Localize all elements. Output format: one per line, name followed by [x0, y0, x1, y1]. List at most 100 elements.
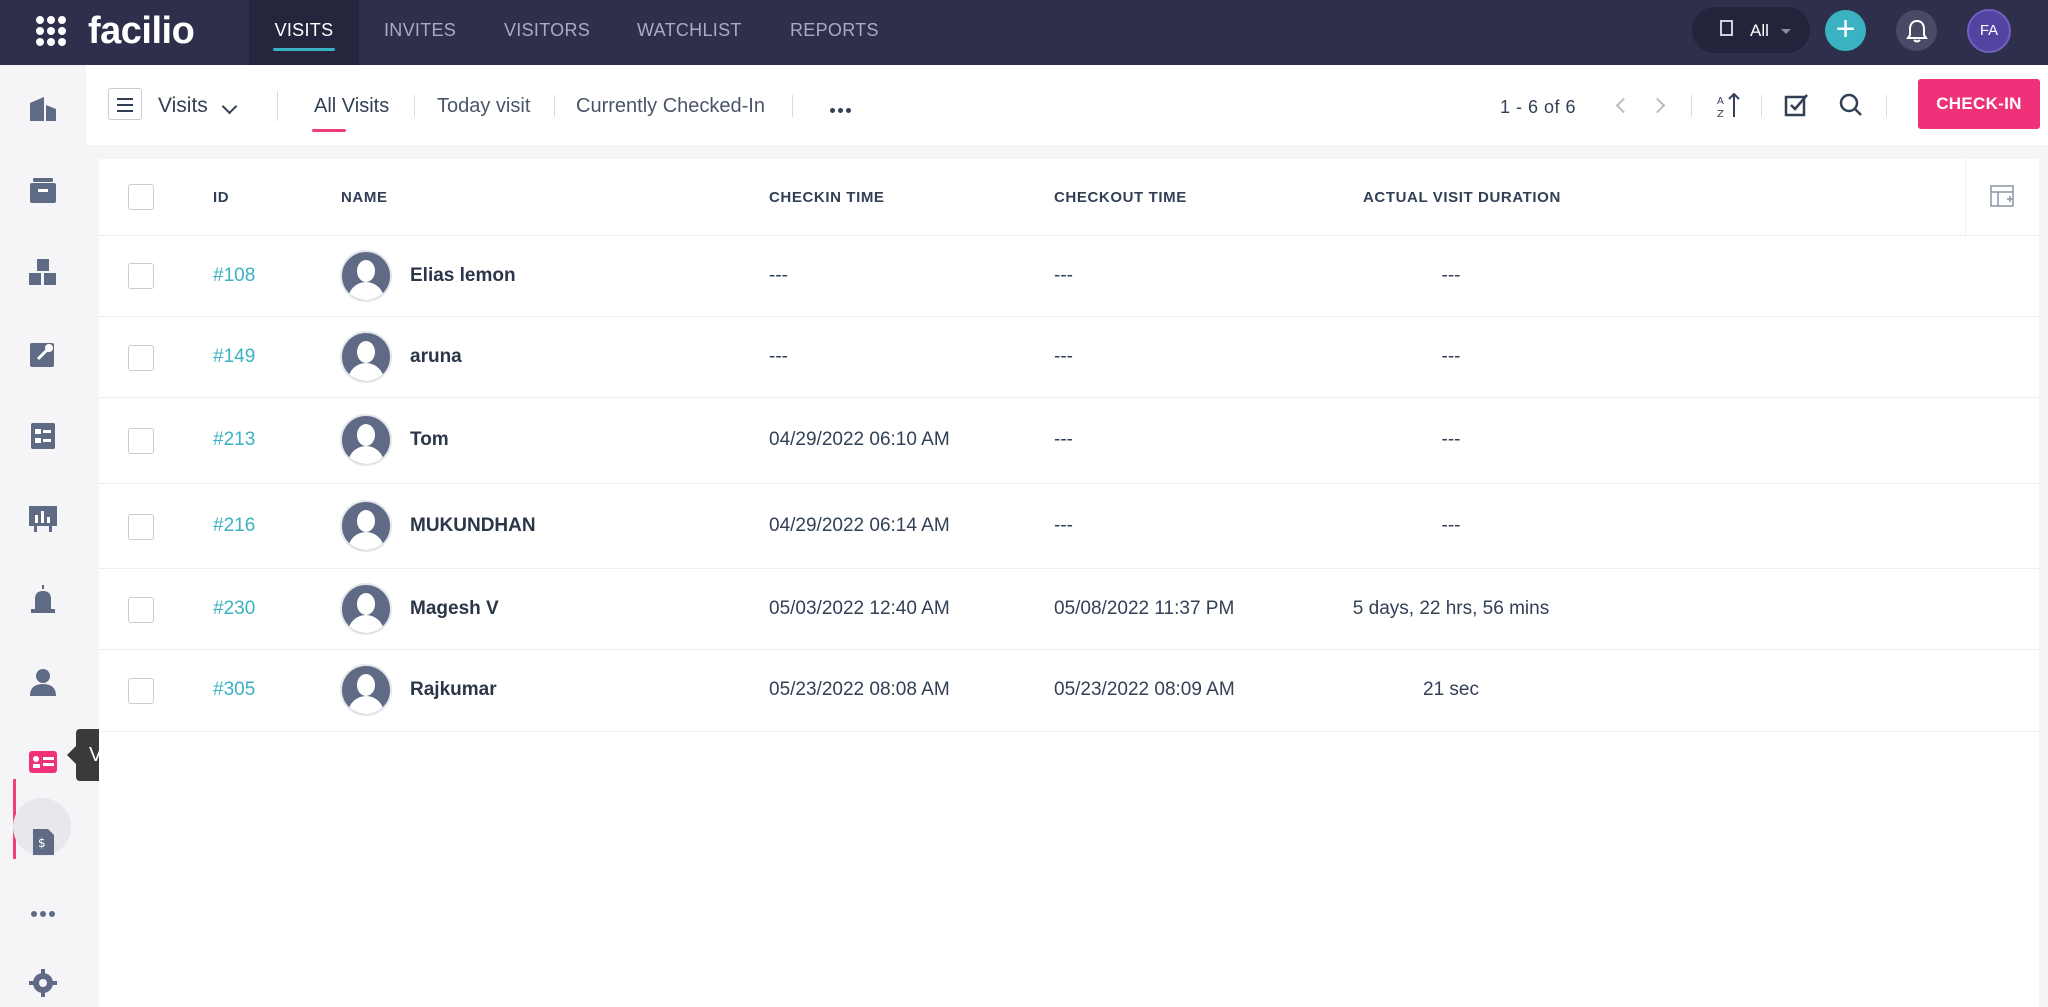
list-view-header: Visits All Visits Today visit Currently …: [86, 65, 2048, 145]
settings-gear-icon[interactable]: [26, 968, 60, 998]
row-checkbox[interactable]: [128, 678, 154, 704]
visit-id-link[interactable]: #108: [213, 265, 255, 287]
facilio-logo[interactable]: facilio: [88, 10, 195, 53]
row-checkbox[interactable]: [128, 514, 154, 540]
column-header-id[interactable]: ID: [213, 189, 229, 206]
search-icon[interactable]: [1837, 91, 1865, 119]
more-views-icon[interactable]: [830, 100, 854, 118]
checkin-time: 04/29/2022 06:10 AM: [769, 429, 950, 450]
tab-visits[interactable]: VISITS: [249, 0, 359, 65]
visitor-avatar: [340, 583, 392, 635]
column-customize-button[interactable]: [1965, 159, 2039, 236]
user-avatar[interactable]: FA: [1967, 9, 2011, 53]
table-row[interactable]: #230 Magesh V 05/03/2022 12:40 AM 05/08/…: [99, 569, 2039, 650]
more-icon[interactable]: [26, 899, 60, 929]
budget-icon[interactable]: $: [26, 827, 60, 857]
visit-id-link[interactable]: #305: [213, 679, 255, 701]
row-checkbox[interactable]: [128, 597, 154, 623]
active-tab-underline: [312, 129, 346, 132]
app-launcher-grid-icon[interactable]: [36, 16, 66, 46]
checkout-time: 05/08/2022 11:37 PM: [1054, 598, 1235, 619]
tab-invites[interactable]: INVITES: [384, 0, 456, 65]
check-in-button[interactable]: CHECK-IN: [1918, 79, 2040, 129]
table-row[interactable]: #216 MUKUNDHAN 04/29/2022 06:14 AM --- -…: [99, 484, 2039, 569]
checkout-time: ---: [1054, 346, 1073, 367]
tab-all-visits[interactable]: All Visits: [314, 95, 389, 118]
visitor-name[interactable]: Rajkumar: [410, 679, 497, 701]
visit-duration: 5 days, 22 hrs, 56 mins: [1352, 598, 1550, 619]
visitor-name[interactable]: aruna: [410, 346, 462, 368]
tab-currently-checked-in[interactable]: Currently Checked-In: [576, 95, 765, 118]
column-header-checkin-time[interactable]: CHECKIN TIME: [769, 189, 885, 206]
quick-create-plus-button[interactable]: +: [1825, 10, 1866, 51]
visit-id-link[interactable]: #230: [213, 598, 255, 620]
visitor-avatar: [340, 664, 392, 716]
checkin-time: ---: [769, 265, 788, 286]
visit-duration: ---: [1441, 429, 1461, 450]
visit-id-link[interactable]: #149: [213, 346, 255, 368]
pagination-info: 1 - 6 of 6: [1500, 97, 1577, 117]
checkout-time: 05/23/2022 08:09 AM: [1054, 679, 1235, 700]
top-navigation-bar: facilio VISITS INVITES VISITORS WATCHLIS…: [0, 0, 2048, 65]
people-icon[interactable]: [26, 667, 60, 697]
site-filter-value: All: [1750, 21, 1769, 40]
svg-text:$: $: [38, 836, 46, 850]
checkout-time: ---: [1054, 429, 1073, 450]
site-filter-dropdown[interactable]: All: [1692, 7, 1810, 53]
divider: [1886, 95, 1887, 117]
visit-duration: ---: [1441, 346, 1461, 367]
bell-icon: [1906, 19, 1928, 43]
visitor-avatar: [340, 250, 392, 302]
view-selector[interactable]: Visits: [158, 94, 208, 118]
row-checkbox[interactable]: [128, 345, 154, 371]
table-header: ID NAME CHECKIN TIME CHECKOUT TIME ACTUA…: [99, 159, 2039, 236]
assets-icon[interactable]: [26, 257, 60, 287]
visitor-avatar: [340, 414, 392, 466]
visitor-name[interactable]: Tom: [410, 429, 449, 451]
visitor-name[interactable]: Elias lemon: [410, 265, 516, 287]
workorders-icon[interactable]: [26, 421, 60, 451]
table-columns-icon: [1990, 185, 2014, 207]
inventory-icon[interactable]: [26, 175, 60, 205]
table-row[interactable]: #149 aruna --- --- ---: [99, 317, 2039, 398]
portfolio-icon[interactable]: [26, 93, 60, 123]
column-header-actual-visit-duration[interactable]: ACTUAL VISIT DURATION: [1363, 189, 1561, 206]
divider: [792, 95, 793, 117]
visits-table: ID NAME CHECKIN TIME CHECKOUT TIME ACTUA…: [99, 159, 2039, 1007]
previous-page-icon[interactable]: [1615, 97, 1632, 114]
table-row[interactable]: #305 Rajkumar 05/23/2022 08:08 AM 05/23/…: [99, 650, 2039, 732]
column-header-checkout-time[interactable]: CHECKOUT TIME: [1054, 189, 1187, 206]
divider: [554, 95, 555, 117]
visitor-name[interactable]: Magesh V: [410, 598, 499, 620]
table-row[interactable]: #213 Tom 04/29/2022 06:10 AM --- ---: [99, 398, 2039, 484]
tab-visitors[interactable]: VISITORS: [504, 0, 590, 65]
visit-id-link[interactable]: #213: [213, 429, 255, 451]
checkin-time: 04/29/2022 06:14 AM: [769, 515, 950, 536]
row-checkbox[interactable]: [128, 263, 154, 289]
visit-duration: ---: [1441, 265, 1461, 286]
tab-reports[interactable]: REPORTS: [790, 0, 879, 65]
select-all-checkbox[interactable]: [128, 184, 154, 210]
notifications-bell-button[interactable]: [1896, 10, 1937, 51]
visit-duration: 21 sec: [1423, 679, 1479, 700]
sort-icon[interactable]: AZ: [1715, 91, 1743, 120]
building-icon: [1720, 20, 1733, 36]
tab-watchlist[interactable]: WATCHLIST: [637, 0, 742, 65]
visitor-name[interactable]: MUKUNDHAN: [410, 515, 536, 537]
table-row[interactable]: #108 Elias lemon --- --- ---: [99, 236, 2039, 317]
tab-today-visit[interactable]: Today visit: [437, 95, 530, 118]
column-header-name[interactable]: NAME: [341, 189, 388, 206]
alarms-icon[interactable]: [26, 585, 60, 615]
analytics-icon[interactable]: [26, 503, 60, 533]
view-list-menu-icon[interactable]: [108, 88, 142, 120]
checkin-time: ---: [769, 346, 788, 367]
next-page-icon[interactable]: [1649, 97, 1666, 114]
visitor-avatar: [340, 500, 392, 552]
checkin-time: 05/03/2022 12:40 AM: [769, 598, 950, 619]
visitor-icon[interactable]: [26, 747, 60, 777]
visit-id-link[interactable]: #216: [213, 515, 255, 537]
maintenance-icon[interactable]: [26, 339, 60, 369]
chevron-down-icon[interactable]: [221, 98, 238, 115]
bulk-edit-icon[interactable]: [1783, 91, 1811, 119]
row-checkbox[interactable]: [128, 428, 154, 454]
